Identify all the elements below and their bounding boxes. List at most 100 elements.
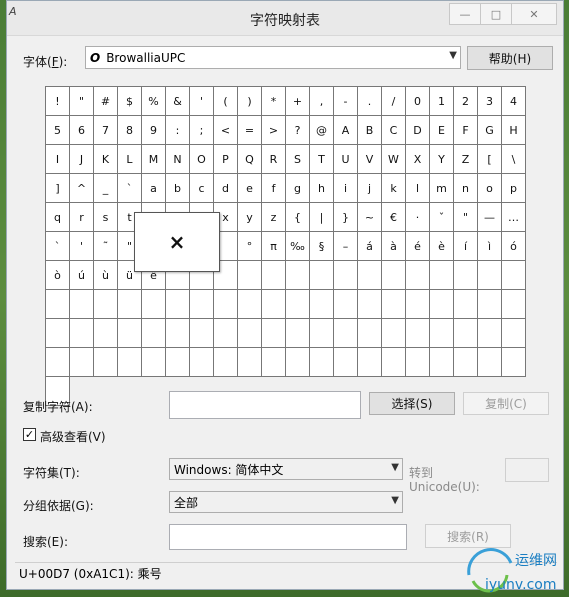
character-cell[interactable]: V [358,145,382,174]
character-cell[interactable]: 9 [142,116,166,145]
character-cell[interactable]: O [190,145,214,174]
character-cell[interactable]: F [454,116,478,145]
character-cell[interactable]: K [94,145,118,174]
character-cell[interactable]: á [358,232,382,261]
character-cell[interactable]: % [142,87,166,116]
character-cell[interactable]: c [190,174,214,203]
character-cell[interactable]: 1 [430,87,454,116]
character-cell[interactable] [430,319,454,348]
character-cell[interactable]: z [262,203,286,232]
character-cell[interactable]: L [118,145,142,174]
character-cell[interactable]: ! [46,87,70,116]
character-cell[interactable] [502,348,526,377]
help-button[interactable]: 帮助(H) [467,46,553,70]
character-cell[interactable] [478,348,502,377]
character-cell[interactable]: n [454,174,478,203]
character-cell[interactable]: b [166,174,190,203]
character-cell[interactable] [94,290,118,319]
character-cell[interactable] [502,290,526,319]
character-cell[interactable]: ° [238,232,262,261]
character-cell[interactable] [358,319,382,348]
character-cell[interactable]: Y [430,145,454,174]
character-cell[interactable]: _ [94,174,118,203]
character-cell[interactable]: X [406,145,430,174]
character-cell[interactable] [166,348,190,377]
character-cell[interactable]: { [286,203,310,232]
character-cell[interactable]: e [238,174,262,203]
copy-button[interactable]: 复制(C) [463,392,549,415]
character-cell[interactable]: H [502,116,526,145]
character-cell[interactable]: E [430,116,454,145]
character-cell[interactable] [190,348,214,377]
character-cell[interactable] [262,290,286,319]
advanced-view-label[interactable]: 高级查看(V) [40,428,106,445]
character-cell[interactable]: \ [502,145,526,174]
character-cell[interactable]: ( [214,87,238,116]
character-cell[interactable]: o [478,174,502,203]
character-cell[interactable] [406,290,430,319]
character-cell[interactable]: ó [502,232,526,261]
character-cell[interactable]: è [430,232,454,261]
advanced-view-checkbox[interactable]: ✓ [23,428,36,441]
character-cell[interactable]: ~ [358,203,382,232]
character-cell[interactable] [406,261,430,290]
character-cell[interactable]: & [166,87,190,116]
character-cell[interactable]: 6 [70,116,94,145]
character-cell[interactable]: k [382,174,406,203]
character-cell[interactable]: € [382,203,406,232]
character-cell[interactable]: 2 [454,87,478,116]
character-cell[interactable] [262,261,286,290]
character-cell[interactable]: + [286,87,310,116]
character-cell[interactable]: S [286,145,310,174]
character-cell[interactable] [310,348,334,377]
character-cell[interactable]: q [46,203,70,232]
character-cell[interactable] [382,319,406,348]
character-cell[interactable] [310,290,334,319]
character-cell[interactable] [118,348,142,377]
character-cell[interactable]: < [214,116,238,145]
character-cell[interactable]: ì [478,232,502,261]
character-cell[interactable] [70,319,94,348]
character-cell[interactable]: J [70,145,94,174]
character-cell[interactable]: ^ [70,174,94,203]
character-cell[interactable] [310,261,334,290]
select-button[interactable]: 选择(S) [369,392,455,415]
character-cell[interactable] [478,261,502,290]
character-cell[interactable]: . [358,87,382,116]
character-cell[interactable] [262,319,286,348]
character-cell[interactable] [358,261,382,290]
character-cell[interactable]: Q [238,145,262,174]
character-cell[interactable] [166,319,190,348]
close-button[interactable]: ✕ [511,3,557,25]
character-cell[interactable]: 4 [502,87,526,116]
character-cell[interactable] [214,319,238,348]
character-cell[interactable] [382,261,406,290]
character-cell[interactable]: h [310,174,334,203]
character-cell[interactable]: ` [46,232,70,261]
character-cell[interactable]: P [214,145,238,174]
character-cell[interactable] [142,290,166,319]
character-cell[interactable] [430,261,454,290]
character-cell[interactable]: g [286,174,310,203]
character-cell[interactable]: ? [286,116,310,145]
character-cell[interactable] [406,348,430,377]
character-cell[interactable]: A [334,116,358,145]
character-cell[interactable] [238,261,262,290]
character-cell[interactable]: D [406,116,430,145]
character-cell[interactable]: ] [46,174,70,203]
character-cell[interactable] [94,348,118,377]
character-cell[interactable]: , [310,87,334,116]
character-cell[interactable]: — [478,203,502,232]
character-cell[interactable] [310,319,334,348]
character-cell[interactable]: - [334,87,358,116]
character-cell[interactable]: U [334,145,358,174]
character-cell[interactable] [142,319,166,348]
character-cell[interactable]: $ [118,87,142,116]
character-cell[interactable]: " [70,87,94,116]
character-cell[interactable]: ò [46,261,70,290]
character-cell[interactable] [334,319,358,348]
character-cell[interactable]: 0 [406,87,430,116]
character-cell[interactable]: l [406,174,430,203]
character-cell[interactable]: * [262,87,286,116]
character-cell[interactable] [502,319,526,348]
